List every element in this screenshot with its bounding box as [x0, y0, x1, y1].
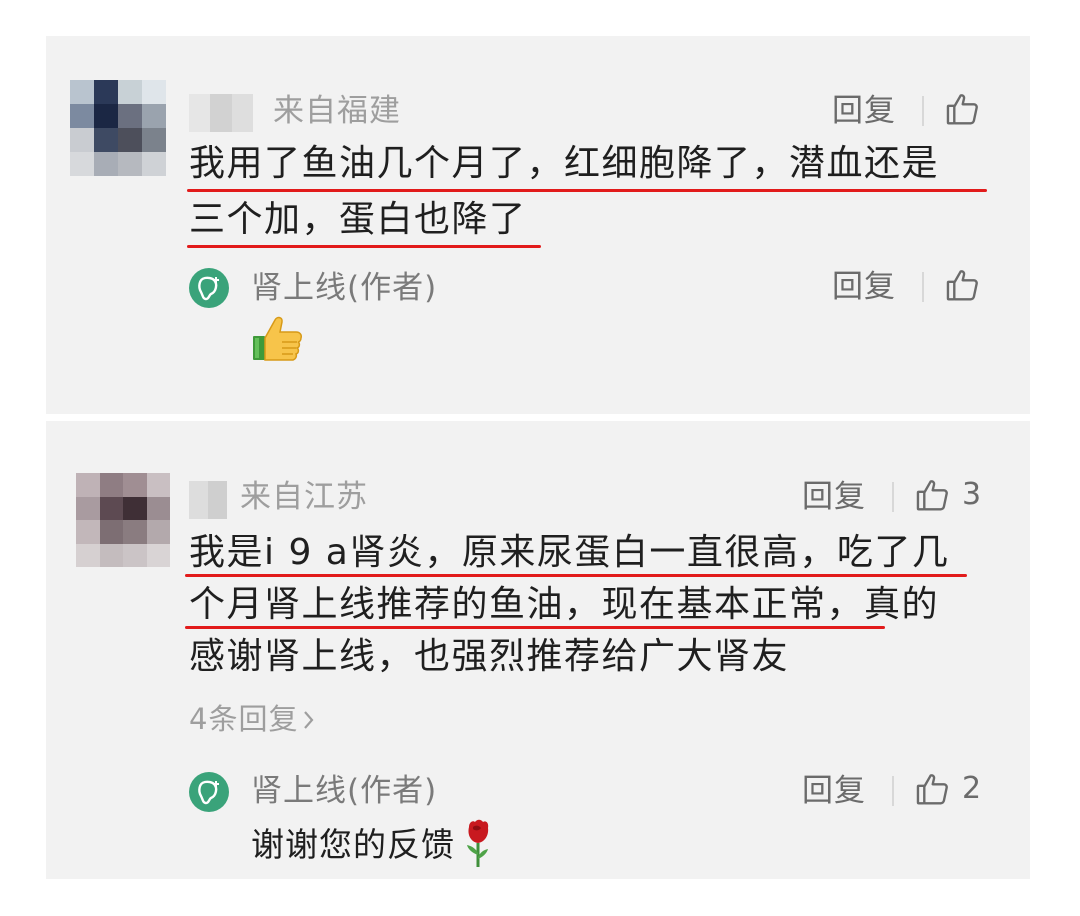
comment-text-line: 我是i 9 a肾炎，原来尿蛋白一直很高，吃了几 — [189, 532, 950, 573]
like-button[interactable] — [944, 266, 982, 304]
thumbs-up-emoji — [251, 314, 303, 364]
author-logo-icon[interactable] — [189, 268, 229, 308]
more-replies-label: 4条回复 — [189, 702, 299, 736]
thumbs-up-icon — [916, 480, 948, 511]
like-button[interactable]: 2 — [914, 770, 981, 808]
divider — [892, 776, 894, 806]
username-blurred[interactable] — [189, 94, 253, 132]
highlight-underline — [187, 189, 987, 192]
reply-text: 谢谢您的反馈 — [251, 824, 455, 864]
author-name[interactable]: 肾上线(作者) — [251, 776, 437, 807]
reply-button[interactable]: 回复 — [832, 96, 896, 127]
highlight-underline — [185, 626, 885, 629]
thumbs-up-icon — [916, 774, 948, 805]
like-button[interactable] — [944, 90, 982, 128]
more-replies-link[interactable]: 4条回复 — [189, 705, 316, 734]
divider — [892, 482, 894, 512]
reply-button[interactable]: 回复 — [802, 482, 866, 513]
reply-content: 谢谢您的反馈 — [251, 819, 495, 869]
highlight-underline — [187, 245, 541, 248]
comment-text-line: 我用了鱼油几个月了，红细胞降了，潜血还是 — [189, 143, 940, 184]
comment-text-line: 个月肾上线推荐的鱼油，现在基本正常，真的 — [189, 584, 940, 625]
comment-text-line: 三个加，蛋白也降了 — [189, 199, 527, 240]
like-count: 2 — [962, 771, 982, 806]
location-label: 来自江苏 — [240, 479, 368, 515]
username-blurred[interactable] — [189, 481, 227, 519]
comment-text-line: 感谢肾上线，也强烈推荐给广大肾友 — [189, 636, 790, 677]
thumbs-up-icon — [946, 270, 978, 301]
rose-emoji — [467, 819, 489, 867]
highlight-underline — [185, 574, 967, 577]
avatar[interactable] — [70, 80, 166, 176]
like-button[interactable]: 3 — [914, 476, 981, 514]
like-count: 3 — [962, 477, 982, 512]
author-name[interactable]: 肾上线(作者) — [251, 273, 437, 304]
comment-card: 来自福建 回复 我用了鱼油几个月了，红细胞降了，潜血还是 三个加，蛋白也降了 肾… — [46, 36, 1030, 414]
chevron-right-icon — [304, 710, 314, 729]
avatar[interactable] — [76, 473, 170, 567]
reply-button[interactable]: 回复 — [802, 776, 866, 807]
divider — [922, 272, 924, 302]
thumbs-up-icon — [946, 94, 978, 125]
location-label: 来自福建 — [273, 93, 401, 129]
divider — [922, 96, 924, 126]
comment-card: 来自江苏 回复 3 我是i 9 a肾炎，原来尿蛋白一直很高，吃了几 个月肾上线推… — [46, 421, 1030, 879]
reply-button[interactable]: 回复 — [832, 272, 896, 303]
author-logo-icon[interactable] — [189, 772, 229, 812]
